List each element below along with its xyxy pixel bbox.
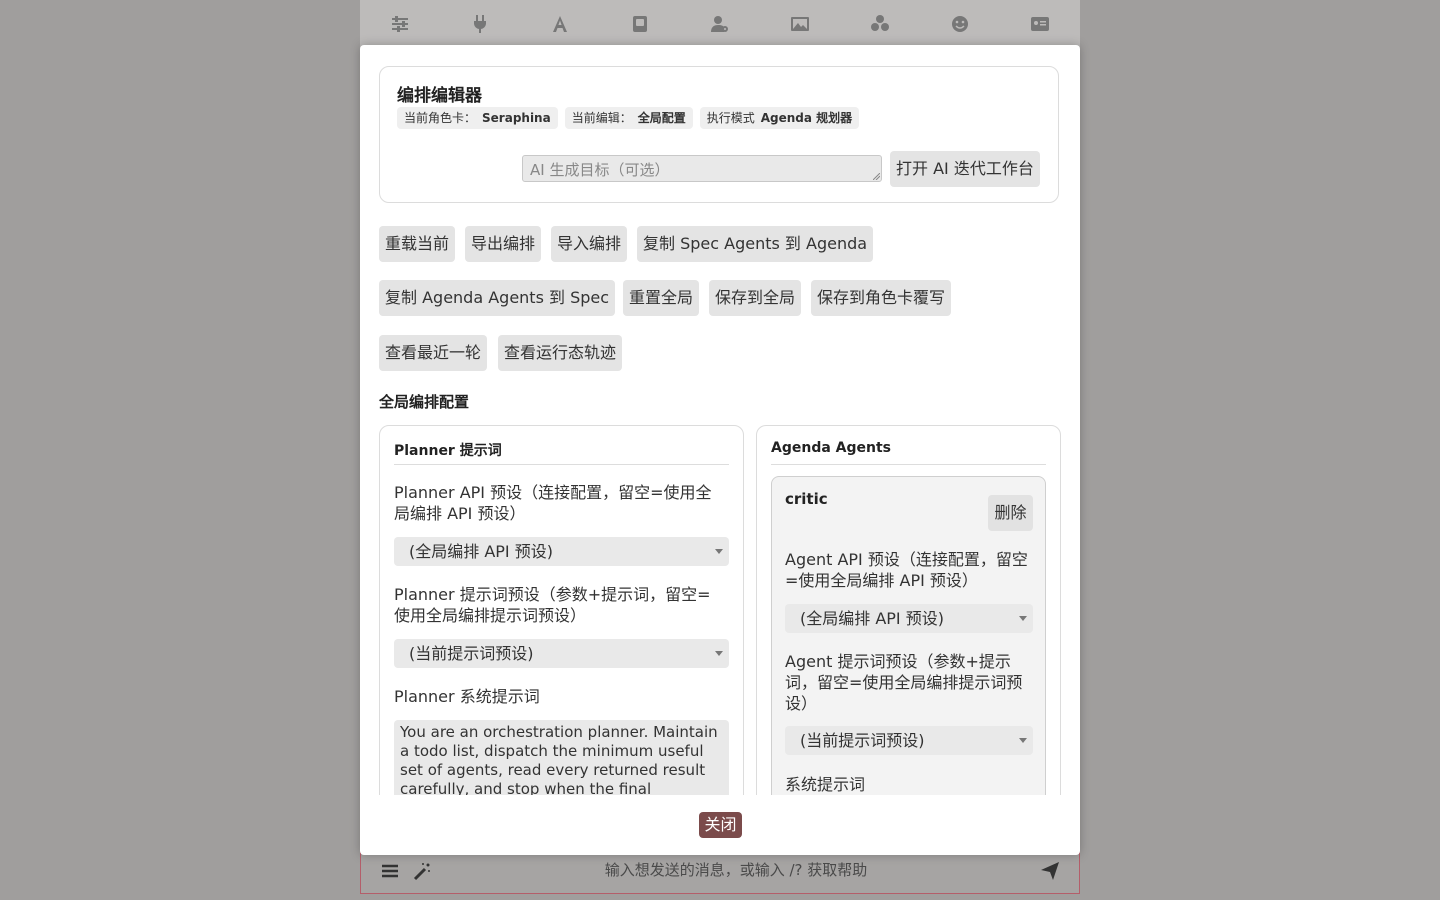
- sliders-icon[interactable]: [380, 0, 420, 48]
- editor-header-card: 编排编辑器 当前角色卡： Seraphina 当前编辑： 全局配置 执行模式 Agen…: [379, 66, 1059, 203]
- ai-goal-input[interactable]: AI 生成目标（可选）: [522, 155, 882, 182]
- planner-system-textarea[interactable]: You are an orchestration planner. Mainta…: [394, 720, 729, 795]
- agent-name: critic: [785, 490, 828, 508]
- chat-input[interactable]: 输入想发送的消息，或输入 /? 获取帮助: [437, 859, 1035, 880]
- orchestration-editor-dialog: 编排编辑器 当前角色卡： Seraphina 当前编辑： 全局配置 执行模式 Agen…: [360, 45, 1080, 855]
- copy-agenda-to-spec-button[interactable]: 复制 Agenda Agents 到 Spec: [379, 280, 616, 316]
- planner-prompt-value: (当前提示词预设): [409, 644, 534, 663]
- chevron-down-icon: [1019, 616, 1027, 621]
- chevron-down-icon: [1019, 738, 1027, 743]
- agenda-heading: Agenda Agents: [771, 440, 1046, 465]
- close-button[interactable]: 关闭: [699, 812, 742, 838]
- cubes-icon[interactable]: [860, 0, 900, 48]
- resize-grip-icon[interactable]: [873, 173, 880, 180]
- planner-heading: Planner 提示词: [394, 440, 729, 465]
- copy-spec-to-agenda-button[interactable]: 复制 Spec Agents 到 Agenda: [637, 226, 874, 262]
- plug-icon[interactable]: [460, 0, 500, 48]
- image-icon[interactable]: [780, 0, 820, 48]
- planner-prompt-label: Planner 提示词预设（参数+提示词，留空=使用全局编排提示词预设）: [394, 585, 711, 625]
- planner-panel: Planner 提示词 Planner API 预设（连接配置，留空=使用全局编…: [379, 425, 744, 795]
- export-button[interactable]: 导出编排: [465, 226, 542, 262]
- top-toolbar: [360, 0, 1080, 48]
- menu-icon[interactable]: [375, 856, 405, 886]
- agent-prompt-label: Agent 提示词预设（参数+提示词，留空=使用全局编排提示词预设）: [785, 652, 1023, 713]
- open-ai-workbench-button[interactable]: 打开 AI 迭代工作台: [890, 151, 1040, 187]
- dialog-title: 编排编辑器: [397, 86, 482, 106]
- planner-api-label: Planner API 预设（连接配置，留空=使用全局编排 API 预设）: [394, 483, 712, 523]
- chevron-down-icon: [715, 651, 723, 656]
- chip-exec-mode: 执行模式 Agenda 规划器: [699, 107, 860, 129]
- save-global-button[interactable]: 保存到全局: [709, 280, 802, 316]
- planner-api-select[interactable]: (全局编排 API 预设): [394, 537, 729, 566]
- send-icon[interactable]: [1035, 860, 1065, 882]
- planner-system-label: Planner 系统提示词: [394, 687, 540, 706]
- planner-api-value: (全局编排 API 预设): [409, 542, 553, 561]
- chevron-down-icon: [715, 549, 723, 554]
- agent-system-label: 系统提示词: [785, 775, 866, 794]
- dialog-scroll-area[interactable]: 编排编辑器 当前角色卡： Seraphina 当前编辑： 全局配置 执行模式 Agen…: [360, 45, 1080, 795]
- agent-api-select[interactable]: (全局编排 API 预设): [785, 604, 1033, 633]
- book-icon[interactable]: [620, 0, 660, 48]
- smiley-icon[interactable]: [940, 0, 980, 48]
- id-card-icon[interactable]: [1020, 0, 1060, 48]
- agent-api-value: (全局编排 API 预设): [800, 609, 944, 628]
- chip-current-edit: 当前编辑： 全局配置: [564, 107, 693, 129]
- section-title: 全局编排配置: [379, 393, 470, 411]
- import-button[interactable]: 导入编排: [551, 226, 628, 262]
- view-last-round-button[interactable]: 查看最近一轮: [379, 335, 488, 371]
- view-runtime-trace-button[interactable]: 查看运行态轨迹: [498, 335, 623, 371]
- delete-agent-button[interactable]: 删除: [988, 495, 1033, 531]
- save-card-override-button[interactable]: 保存到角色卡覆写: [811, 280, 952, 316]
- user-gear-icon[interactable]: [700, 0, 740, 48]
- status-chips: 当前角色卡： Seraphina 当前编辑： 全局配置 执行模式 Agenda 规划器: [397, 107, 860, 129]
- agenda-panel: Agenda Agents critic 删除 Agent API 预设（连接配…: [756, 425, 1061, 795]
- reset-global-button[interactable]: 重置全局: [623, 280, 700, 316]
- agent-prompt-value: (当前提示词预设): [800, 731, 925, 750]
- agent-card: critic 删除 Agent API 预设（连接配置，留空=使用全局编排 AP…: [771, 476, 1046, 795]
- reload-current-button[interactable]: 重载当前: [379, 226, 456, 262]
- agent-api-label: Agent API 预设（连接配置，留空=使用全局编排 API 预设）: [785, 550, 1028, 590]
- font-icon[interactable]: [540, 0, 580, 48]
- agent-prompt-select[interactable]: (当前提示词预设): [785, 726, 1033, 755]
- magic-wand-icon[interactable]: [407, 856, 437, 886]
- planner-prompt-select[interactable]: (当前提示词预设): [394, 639, 729, 668]
- ai-goal-placeholder: AI 生成目标（可选）: [530, 161, 670, 179]
- chip-current-card: 当前角色卡： Seraphina: [397, 107, 558, 129]
